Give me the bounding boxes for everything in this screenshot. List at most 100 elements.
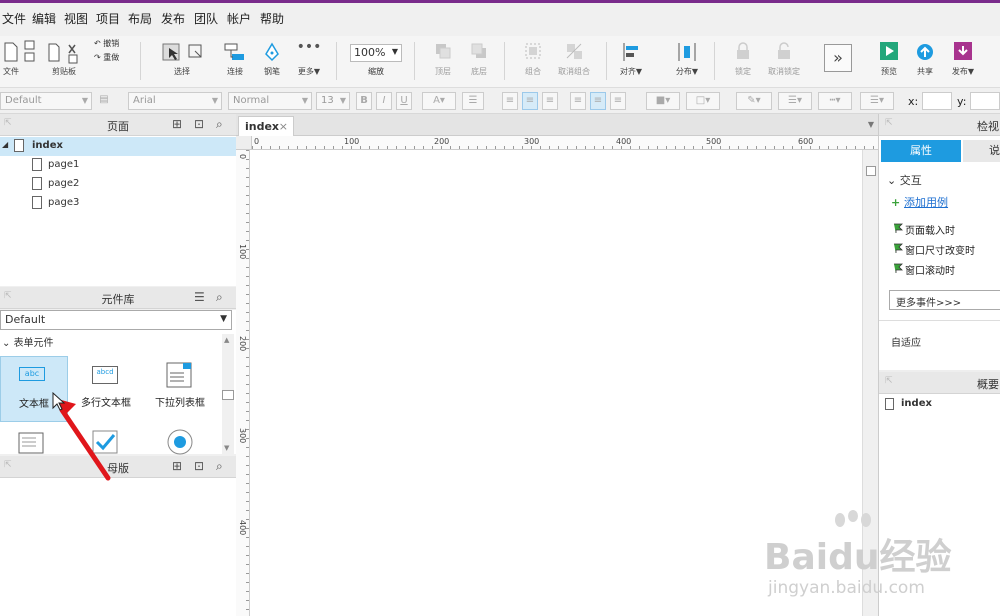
bold-button[interactable]: B — [356, 92, 372, 110]
page-item[interactable]: page3 — [0, 194, 236, 213]
page-item[interactable]: page1 — [0, 156, 236, 175]
line-width-button[interactable]: ☰▾ — [778, 92, 812, 110]
group-button[interactable]: 组合 — [518, 36, 548, 88]
tab-notes[interactable]: 说 — [963, 140, 1000, 162]
add-master-icon[interactable]: ⊞ — [172, 459, 182, 473]
toolbar-divider — [714, 42, 715, 80]
font-select[interactable]: Arial ▼ — [128, 92, 222, 110]
valign-top-icon: ≡ — [573, 95, 583, 106]
page-item[interactable]: page2 — [0, 175, 236, 194]
scroll-up-icon[interactable]: ▲ — [224, 336, 229, 344]
menu-edit[interactable]: 编辑 — [32, 10, 56, 27]
add-case-link[interactable]: + 添加用例 — [891, 194, 948, 210]
valign-middle-button[interactable]: ≡ — [590, 92, 606, 110]
section-interactions[interactable]: ⌄ 交互 — [887, 172, 922, 188]
design-canvas[interactable] — [236, 136, 878, 616]
valign-bottom-button[interactable]: ≡ — [610, 92, 626, 110]
line-color-button[interactable]: ✎▾ — [736, 92, 772, 110]
add-folder-icon[interactable]: ⊡ — [194, 117, 204, 131]
pages-tree: ◢ index page1 page2 page3 — [0, 136, 236, 286]
save-icon[interactable] — [24, 40, 36, 67]
align-text-left-button[interactable]: ≡ — [502, 92, 518, 110]
align-text-right-button[interactable]: ≡ — [542, 92, 558, 110]
scroll-thumb[interactable] — [866, 166, 876, 176]
menu-account[interactable]: 帐户 — [227, 10, 251, 27]
menu-file[interactable]: 文件 — [2, 10, 26, 27]
search-icon[interactable]: ⌕ — [216, 290, 223, 305]
menu-team[interactable]: 团队 — [194, 10, 218, 27]
scroll-thumb[interactable] — [222, 390, 234, 400]
italic-button[interactable]: I — [376, 92, 392, 110]
expand-toolbar-button[interactable]: » — [824, 44, 852, 72]
align-text-center-button[interactable]: ≡ — [522, 92, 538, 110]
menu-layout[interactable]: 布局 — [128, 10, 152, 27]
undo-button[interactable]: ↶ 撤销 — [94, 38, 134, 52]
menu-lines-icon[interactable]: ☰ — [194, 290, 205, 304]
canvas-vertical-scrollbar[interactable] — [862, 150, 878, 616]
line-style-button[interactable]: ┅▾ — [818, 92, 852, 110]
library-scrollbar[interactable]: ▲ ▼ — [222, 334, 234, 454]
x-input[interactable] — [922, 92, 952, 110]
distribute-button[interactable]: 分布▼ — [672, 36, 702, 88]
tab-index[interactable]: index × — [238, 116, 294, 136]
widget-droplist[interactable]: 下拉列表框 — [146, 356, 214, 422]
arrow-style-button[interactable]: ☰▾ — [860, 92, 894, 110]
event-page-load[interactable]: 页面载入时 — [894, 222, 955, 237]
align-button[interactable]: 对齐▼ — [616, 36, 646, 88]
menu-publish[interactable]: 发布 — [161, 10, 185, 27]
menu-project[interactable]: 项目 — [96, 10, 120, 27]
font-size-select[interactable]: 13 ▼ — [316, 92, 350, 110]
pin-icon[interactable]: ⇱ — [885, 376, 893, 386]
menu-help[interactable]: 帮助 — [260, 10, 284, 27]
font-color-button[interactable]: A▾ — [422, 92, 456, 110]
publish-button[interactable]: 发布▼ — [946, 36, 980, 88]
event-window-resize[interactable]: 窗口尺寸改变时 — [894, 242, 975, 257]
inspector-header: ⇱ 检视: — [879, 114, 1000, 136]
clipboard-icons[interactable] — [45, 42, 83, 64]
search-icon[interactable]: ⌕ — [216, 459, 223, 474]
menu-view[interactable]: 视图 — [64, 10, 88, 27]
scroll-down-icon[interactable]: ▼ — [224, 444, 229, 452]
pin-icon[interactable]: ⇱ — [885, 118, 893, 128]
page-item-index[interactable]: ◢ index — [0, 137, 236, 156]
bring-to-front-button[interactable]: 顶层 — [428, 36, 458, 88]
search-icon[interactable]: ⌕ — [216, 117, 223, 132]
more-events-select[interactable]: 更多事件>>> — [889, 290, 1000, 310]
pen-button[interactable]: 钢笔 — [258, 36, 286, 88]
event-window-scroll[interactable]: 窗口滚动时 — [894, 262, 955, 277]
zoom-select[interactable]: 100% ▼ — [350, 44, 402, 62]
radio-button-icon[interactable] — [166, 428, 194, 456]
bullet-list-button[interactable]: ☰ — [462, 92, 484, 110]
add-page-icon[interactable]: ⊞ — [172, 117, 182, 131]
y-label: y: — [957, 95, 967, 108]
select-button[interactable]: 选择 — [154, 36, 210, 88]
line-width-icon: ☰▾ — [788, 95, 802, 106]
close-icon[interactable]: × — [279, 120, 288, 133]
add-folder-icon[interactable]: ⊡ — [194, 459, 204, 473]
outline-item-index[interactable]: index — [885, 398, 999, 414]
y-input[interactable] — [970, 92, 1000, 110]
underline-button[interactable]: U — [396, 92, 412, 110]
redo-button[interactable]: ↷ 重做 — [94, 52, 134, 66]
preview-button[interactable]: 预览 — [874, 36, 904, 88]
library-select[interactable]: Default ▼ — [0, 310, 232, 330]
send-to-back-button[interactable]: 底层 — [464, 36, 494, 88]
valign-top-button[interactable]: ≡ — [570, 92, 586, 110]
ungroup-button[interactable]: 取消组合 — [552, 36, 596, 88]
shadow-button[interactable]: □▾ — [686, 92, 720, 110]
collapse-triangle-icon[interactable]: ◢ — [2, 140, 8, 149]
arrow-style-icon: ☰▾ — [870, 95, 884, 106]
tab-properties[interactable]: 属性 — [881, 140, 961, 162]
style-select[interactable]: Default ▼ — [0, 92, 92, 110]
font-weight-select[interactable]: Normal ▼ — [228, 92, 312, 110]
section-form-widgets[interactable]: ⌄ 表单元件 — [2, 334, 54, 349]
style-manager-icon[interactable]: ▤ — [96, 92, 112, 110]
lock-button[interactable]: 锁定 — [728, 36, 758, 88]
more-button[interactable]: ••• 更多▼ — [294, 36, 324, 88]
connect-button[interactable]: 连接 — [220, 36, 250, 88]
unlock-button[interactable]: 取消锁定 — [762, 36, 806, 88]
fill-color-button[interactable]: ■▾ — [646, 92, 680, 110]
share-button[interactable]: 共享 — [910, 36, 940, 88]
tab-list-chevron-icon[interactable]: ▼ — [868, 120, 874, 129]
file-button[interactable]: 文件 — [0, 36, 22, 88]
